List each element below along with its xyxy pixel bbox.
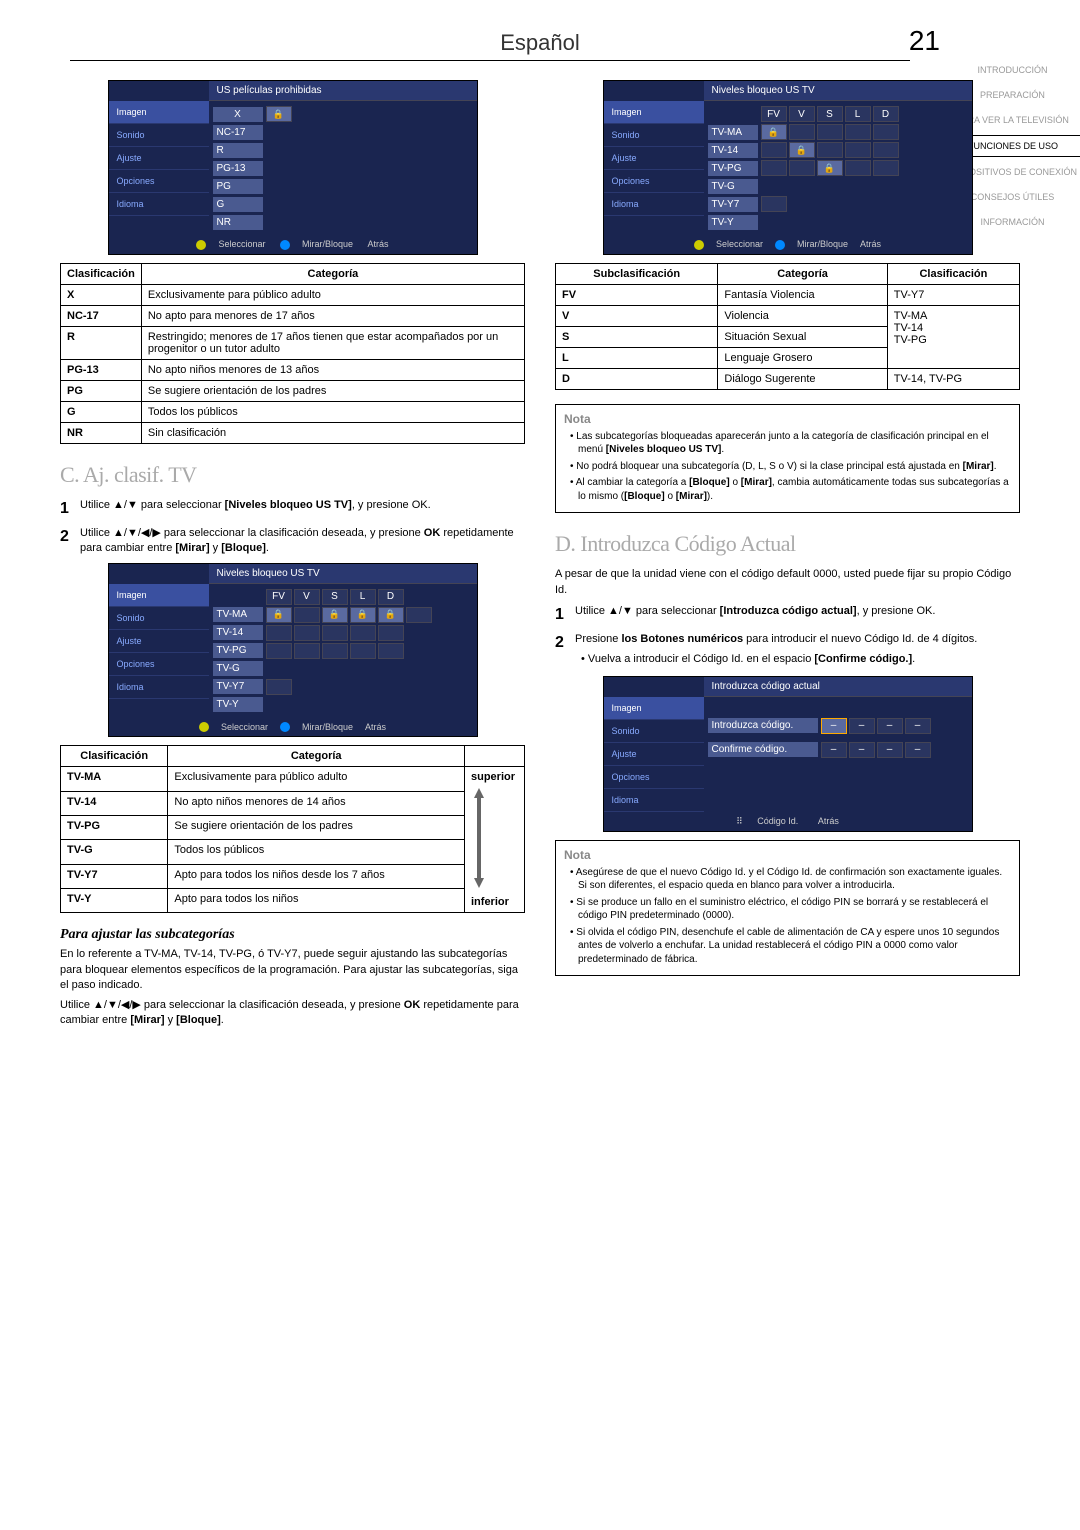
arrow-up-down-icon [471, 783, 487, 893]
screen-title: US películas prohibidas [209, 81, 477, 101]
tv-footer: Seleccionar Mirar/Bloque Atrás [109, 235, 477, 254]
blue-dot-icon [280, 240, 290, 250]
subcat-p2: Utilice ▲/▼/◀/▶ para seleccionar la clas… [60, 998, 525, 1029]
section-d-intro: A pesar de que la unidad viene con el có… [555, 567, 1020, 598]
menu-idioma: Idioma [109, 193, 209, 216]
row-x: X [213, 107, 263, 122]
subcat-p1: En lo referente a TV-MA, TV-14, TV-PG, ó… [60, 947, 525, 993]
step-d1: 1 Utilice ▲/▼ para seleccionar [Introduz… [555, 604, 1020, 626]
superior-label: superior [471, 771, 515, 783]
tv-screen-movies: US películas prohibidas Imagen Sonido Aj… [108, 80, 478, 255]
menu-opciones: Opciones [109, 170, 209, 193]
subclass-table: SubclasificaciónCategoríaClasificación F… [555, 263, 1020, 390]
lock-icon: 🔒 [796, 145, 807, 156]
movies-ratings-table: ClasificaciónCategoría XExclusivamente p… [60, 263, 525, 444]
keypad-icon: ⠿ [736, 816, 743, 826]
right-column: Niveles bloqueo US TV Imagen Sonido Ajus… [555, 80, 1020, 1032]
lock-icon: 🔒 [329, 609, 340, 620]
lock-icon: 🔒 [357, 609, 368, 620]
left-column: US películas prohibidas Imagen Sonido Aj… [60, 80, 525, 1032]
lock-icon: 🔒 [824, 163, 835, 174]
row-g: G [213, 197, 263, 212]
note-box-2: Nota Asegúrese de que el nuevo Código Id… [555, 840, 1020, 977]
section-d-title: D. Introduzca Código Actual [555, 531, 1020, 557]
row-r: R [213, 143, 263, 158]
lock-icon: 🔒 [273, 609, 284, 620]
row-nc17: NC-17 [213, 125, 263, 140]
yellow-dot-icon [196, 240, 206, 250]
step-d2: 2 Presione los Botones numéricos para in… [555, 632, 1020, 669]
section-c-title: C. Aj. clasif. TV [60, 462, 525, 488]
row-nr: NR [213, 215, 263, 230]
tv-ratings-table: ClasificaciónCategoría TV-MAExclusivamen… [60, 745, 525, 913]
step-c2: 2 Utilice ▲/▼/◀/▶ para seleccionar la cl… [60, 526, 525, 557]
menu-sonido: Sonido [109, 124, 209, 147]
inferior-label: inferior [471, 896, 509, 908]
row-pg: PG [213, 179, 263, 194]
note-box-1: Nota Las subcategorías bloqueadas aparec… [555, 404, 1020, 514]
menu-imagen: Imagen [109, 101, 209, 124]
tv-sidebar: Imagen Sonido Ajuste Opciones Idioma [109, 101, 209, 235]
row-pg13: PG-13 [213, 161, 263, 176]
subcat-title: Para ajustar las subcategorías [60, 927, 525, 943]
tv-screen-tvratings2: Niveles bloqueo US TV Imagen Sonido Ajus… [603, 80, 973, 255]
lock-icon: 🔒 [385, 609, 396, 620]
tv-screen-code: Introduzca código actual Imagen Sonido A… [603, 676, 973, 832]
lock-icon: 🔒 [768, 127, 779, 138]
tv-screen-tvratings1: Niveles bloqueo US TV Imagen Sonido Ajus… [108, 563, 478, 738]
lock-icon: 🔒 [273, 109, 284, 120]
menu-ajuste: Ajuste [109, 147, 209, 170]
step-c1: 1 Utilice ▲/▼ para seleccionar [Niveles … [60, 498, 525, 520]
